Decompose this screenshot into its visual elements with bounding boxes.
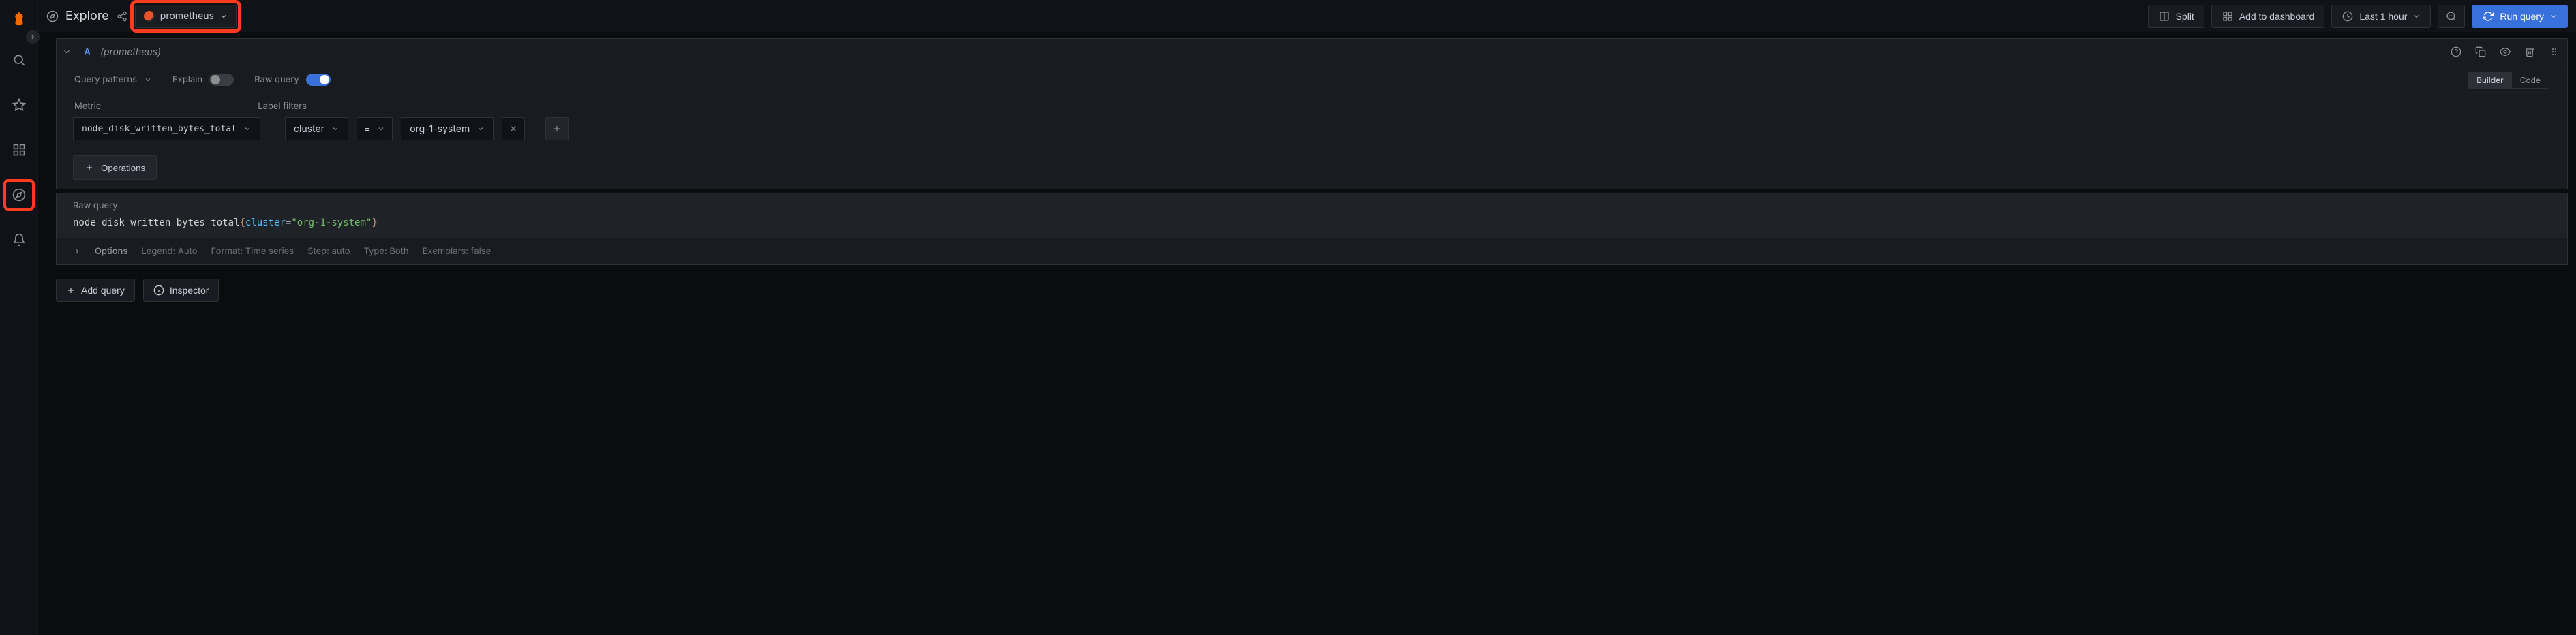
chevron-down-icon (243, 125, 252, 133)
add-query-button[interactable]: Add query (56, 279, 135, 302)
add-to-dashboard-label: Add to dashboard (2239, 11, 2315, 22)
add-query-label: Add query (81, 285, 125, 296)
options-exemplars: Exemplars: false (423, 246, 491, 257)
query-patterns-dropdown[interactable]: Query patterns (74, 74, 152, 85)
explain-toggle-group[interactable]: Explain (172, 74, 234, 86)
datasource-picker[interactable]: prometheus (135, 5, 237, 28)
explore-main: A (prometheus) Query patterns Explain Ra… (48, 38, 2576, 635)
query-toolbar: Query patterns Explain Raw query Builder… (56, 65, 2568, 94)
collapse-query-button[interactable] (62, 47, 74, 57)
nav-alerting[interactable] (5, 226, 33, 253)
operations-label: Operations (101, 163, 145, 173)
mode-code[interactable]: Code (2512, 72, 2549, 88)
explain-label: Explain (172, 74, 202, 85)
label-value-value: org-1-system (410, 123, 470, 135)
label-op-select[interactable]: = (357, 117, 393, 140)
query-footer-buttons: Add query Inspector (56, 279, 2568, 302)
raw-query-text: node_disk_written_bytes_total{cluster="o… (73, 217, 378, 228)
filters-section-label: Label filters (258, 101, 307, 112)
expand-nav-button[interactable] (26, 30, 40, 44)
delete-query-button[interactable] (2522, 44, 2537, 59)
time-range-picker[interactable]: Last 1 hour (2331, 5, 2431, 28)
clock-icon (2342, 10, 2354, 22)
expand-options-button[interactable] (73, 247, 81, 255)
label-op-value: = (364, 123, 370, 135)
query-ds-hint: (prometheus) (100, 46, 161, 58)
label-key-value: cluster (294, 123, 324, 135)
label-key-select[interactable]: cluster (285, 117, 348, 140)
query-ref-id: A (84, 46, 91, 58)
metric-value: node_disk_written_bytes_total (82, 124, 237, 134)
builder-selectors-row: node_disk_written_bytes_total cluster = … (56, 114, 2568, 150)
builder-section-labels: Metric Label filters (56, 94, 2568, 114)
operations-row: Operations (56, 150, 2568, 189)
split-label: Split (2176, 11, 2194, 22)
columns-icon (2158, 10, 2170, 22)
editor-mode-switch: Builder Code (2468, 72, 2549, 89)
sync-icon (2482, 10, 2494, 22)
options-step: Step: auto (307, 246, 350, 257)
nav-search[interactable] (5, 46, 33, 74)
time-range-label: Last 1 hour (2359, 11, 2407, 22)
metric-select[interactable]: node_disk_written_bytes_total (73, 117, 260, 140)
query-options-row: Options Legend: Auto Format: Time series… (56, 238, 2568, 265)
add-operations-button[interactable]: Operations (73, 155, 157, 180)
options-format: Format: Time series (211, 246, 294, 257)
chevron-down-icon (377, 125, 385, 133)
grafana-logo[interactable] (10, 10, 29, 29)
raw-query-label: Raw query (73, 200, 2551, 211)
inspector-button[interactable]: Inspector (143, 279, 219, 302)
chevron-down-icon (219, 12, 228, 20)
options-label[interactable]: Options (95, 246, 127, 257)
compass-icon (46, 10, 59, 22)
explain-toggle[interactable] (209, 74, 234, 86)
options-legend: Legend: Auto (141, 246, 197, 257)
raw-query-preview: Raw query node_disk_written_bytes_total{… (56, 193, 2568, 238)
chevron-down-icon (2412, 12, 2421, 20)
mode-builder[interactable]: Builder (2468, 72, 2512, 88)
chevron-down-icon (2549, 12, 2558, 20)
remove-filter-button[interactable] (502, 117, 525, 140)
prometheus-icon (144, 11, 155, 22)
zoom-out-icon (2445, 10, 2457, 22)
add-to-dashboard-button[interactable]: Add to dashboard (2211, 5, 2325, 28)
nav-dashboards[interactable] (5, 136, 33, 164)
duplicate-query-button[interactable] (2473, 44, 2488, 59)
toggle-visibility-button[interactable] (2498, 44, 2513, 59)
datasource-name: prometheus (160, 10, 214, 22)
zoom-out-button[interactable] (2438, 5, 2465, 28)
query-help-button[interactable] (2449, 44, 2464, 59)
split-button[interactable]: Split (2148, 5, 2204, 28)
datasource-picker-highlight: prometheus (135, 5, 237, 28)
nav-explore[interactable] (5, 181, 33, 208)
metric-section-label: Metric (74, 101, 101, 112)
top-toolbar: Explore prometheus Split Add to dashboar… (38, 0, 2576, 33)
nav-starred[interactable] (5, 91, 33, 119)
chevron-down-icon (476, 125, 485, 133)
left-nav-rail (0, 0, 38, 635)
chevron-down-icon (331, 125, 339, 133)
drag-handle[interactable] (2547, 44, 2562, 59)
options-type: Type: Both (364, 246, 409, 257)
rawquery-toggle-group[interactable]: Raw query (254, 74, 331, 86)
label-value-select[interactable]: org-1-system (401, 117, 494, 140)
query-row-header: A (prometheus) (56, 38, 2568, 65)
add-filter-button[interactable] (545, 117, 569, 140)
page-title: Explore (65, 9, 109, 23)
share-icon[interactable] (116, 10, 128, 22)
query-patterns-label: Query patterns (74, 74, 137, 85)
info-icon (153, 285, 164, 296)
apps-icon (2222, 10, 2234, 22)
run-query-button[interactable]: Run query (2472, 5, 2568, 28)
rawquery-toggle[interactable] (306, 74, 331, 86)
inspector-label: Inspector (170, 285, 209, 296)
rawquery-label: Raw query (254, 74, 299, 85)
run-query-label: Run query (2500, 11, 2544, 22)
